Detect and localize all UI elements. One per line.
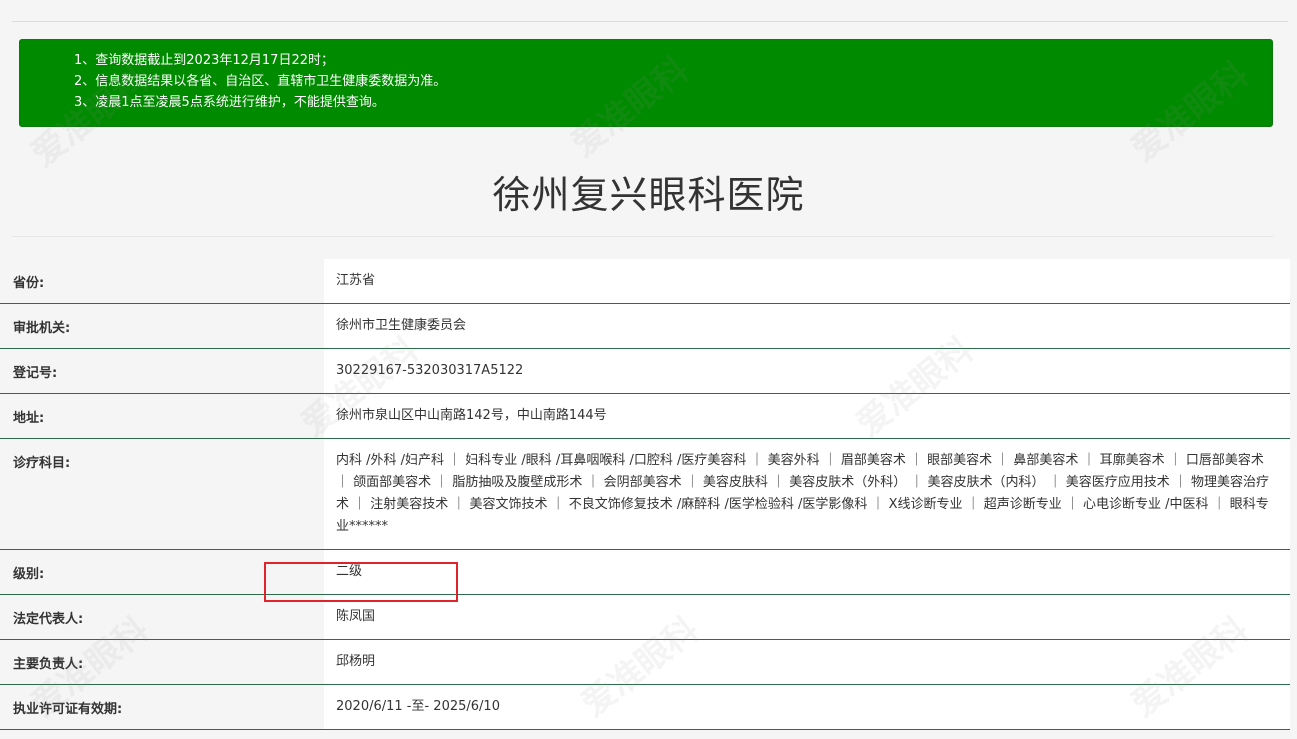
row-value: 内科 /外科 /妇产科 ｜ 妇科专业 /眼科 /耳鼻咽喉科 /口腔科 /医疗美容… (324, 439, 1290, 549)
top-divider (12, 21, 1288, 22)
row-value: 二级 (324, 550, 1290, 594)
row-label: 诊疗科目: (13, 456, 71, 471)
row-value: 2020/6/11 -至- 2025/6/10 (324, 685, 1290, 729)
grade-highlight-annotation (264, 562, 458, 602)
row-label: 登记号: (13, 366, 58, 381)
notice-line-1: 1、查询数据截止到2023年12月17日22时； (74, 53, 334, 68)
hospital-name: 徐州复兴眼科医院 (492, 173, 805, 217)
hospital-info-table: 省份: 江苏省 审批机关: 徐州市卫生健康委员会 登记号: 30229167-5… (0, 259, 1290, 730)
title-divider (12, 236, 1273, 237)
row-label: 主要负责人: (13, 657, 84, 672)
row-label: 审批机关: (13, 321, 71, 336)
table-row-principal: 主要负责人: 邱杨明 (0, 640, 1290, 685)
table-row-departments: 诊疗科目: 内科 /外科 /妇产科 ｜ 妇科专业 /眼科 /耳鼻咽喉科 /口腔科… (0, 439, 1290, 550)
row-value: 30229167-532030317A5122 (324, 349, 1290, 393)
notice-line-3: 3、凌晨1点至凌晨5点系统进行维护，不能提供查询。 (74, 95, 385, 110)
table-row-province: 省份: 江苏省 (0, 259, 1290, 304)
row-value: 徐州市卫生健康委员会 (324, 304, 1290, 348)
table-row-approval-authority: 审批机关: 徐州市卫生健康委员会 (0, 304, 1290, 349)
row-value: 陈凤国 (324, 595, 1290, 639)
table-row-license-validity: 执业许可证有效期: 2020/6/11 -至- 2025/6/10 (0, 685, 1290, 730)
table-row-grade: 级别: 二级 (0, 550, 1290, 595)
table-row-legal-representative: 法定代表人: 陈凤国 (0, 595, 1290, 640)
table-row-address: 地址: 徐州市泉山区中山南路142号，中山南路144号 (0, 394, 1290, 439)
row-label: 地址: (13, 411, 45, 426)
row-value: 徐州市泉山区中山南路142号，中山南路144号 (324, 394, 1290, 438)
row-value: 邱杨明 (324, 640, 1290, 684)
row-label: 执业许可证有效期: (13, 702, 123, 717)
notice-line-2: 2、信息数据结果以各省、自治区、直辖市卫生健康委数据为准。 (74, 74, 447, 89)
row-label: 省份: (13, 276, 45, 291)
row-value: 江苏省 (324, 259, 1290, 303)
table-row-registration-number: 登记号: 30229167-532030317A5122 (0, 349, 1290, 394)
page: 1、查询数据截止到2023年12月17日22时； 2、信息数据结果以各省、自治区… (0, 0, 1297, 739)
notice-banner: 1、查询数据截止到2023年12月17日22时； 2、信息数据结果以各省、自治区… (19, 39, 1273, 127)
